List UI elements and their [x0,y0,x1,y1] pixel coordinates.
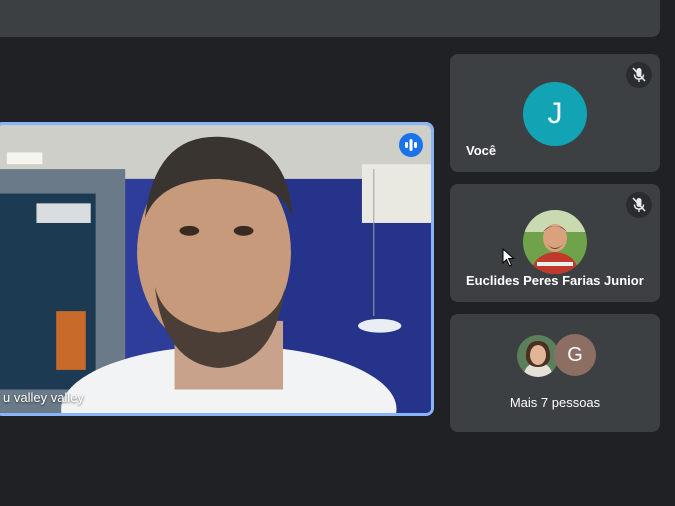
more-participants-tile[interactable]: G Mais 7 pessoas [450,314,660,432]
main-participant-name: u valley valley [3,390,84,405]
participant-avatars: G [516,334,598,378]
participant-name: Euclides Peres Farias Junior [466,273,644,288]
mouse-cursor-icon [502,248,515,267]
speaker-video [0,125,431,413]
more-participants-label: Mais 7 pessoas [509,395,601,410]
avatar: J [523,82,587,146]
top-bar [0,0,660,37]
participant-tile-you[interactable]: J Você [450,54,660,172]
main-speaker-tile[interactable]: u valley valley [0,122,434,416]
participant-tile-euclides[interactable]: Euclides Peres Farias Junior [450,184,660,302]
avatar [523,210,587,274]
avatar: G [554,334,596,376]
mic-off-icon [626,62,652,88]
mic-off-icon [626,192,652,218]
audio-level-icon [399,133,423,157]
participant-name: Você [466,143,497,158]
